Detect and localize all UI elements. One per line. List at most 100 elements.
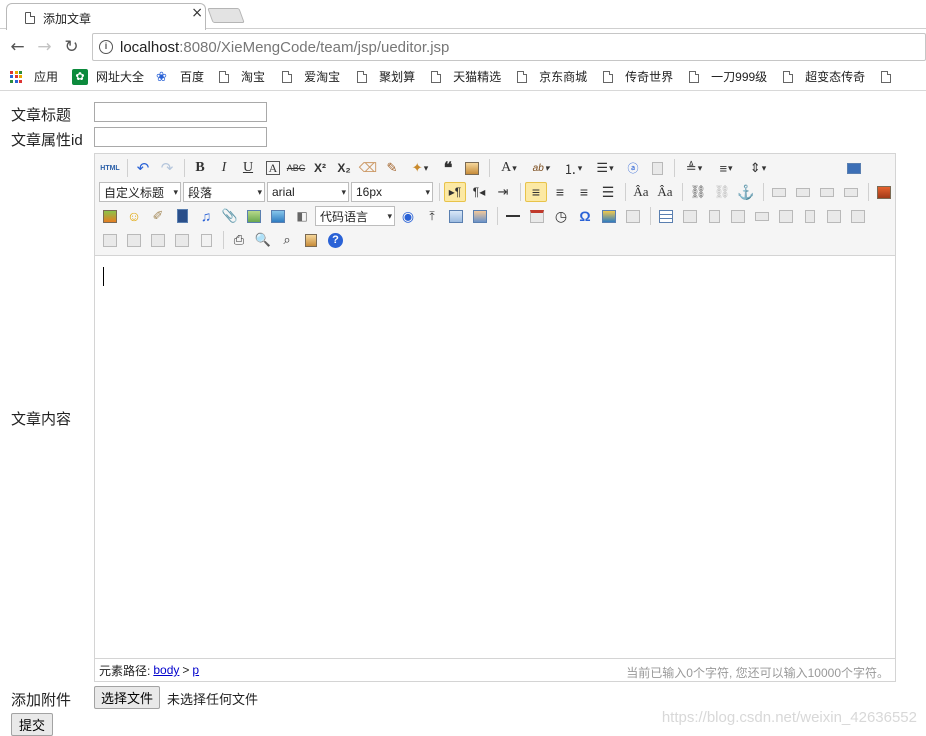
ordered-list-icon[interactable]: ⒈	[558, 158, 588, 178]
bookmark-apps[interactable]: 应用	[10, 68, 58, 85]
clear-doc-icon[interactable]	[646, 158, 668, 178]
link-icon[interactable]: ⛓	[687, 182, 709, 202]
music-icon[interactable]: ♫	[195, 206, 217, 226]
url-input[interactable]: i localhost :8080/XieMengCode/team/jsp/u…	[92, 33, 926, 61]
font-size-select[interactable]: 16px	[351, 182, 433, 202]
tolowercase-icon[interactable]: Âa	[654, 182, 676, 202]
code-language-select[interactable]: 代码语言	[315, 206, 395, 226]
split-to-cols-icon[interactable]	[171, 230, 193, 250]
emotion-icon[interactable]: ☺	[123, 206, 145, 226]
italic-icon[interactable]: I	[213, 158, 235, 178]
subscript-icon[interactable]: X₂	[333, 158, 355, 178]
image-center-icon[interactable]	[840, 182, 862, 202]
horizontal-rule-icon[interactable]	[502, 206, 524, 226]
insert-video-icon[interactable]	[171, 206, 193, 226]
font-family-select[interactable]: arial	[267, 182, 349, 202]
backcolor-icon[interactable]: ab	[526, 158, 556, 178]
scrawl-icon[interactable]: ✐	[147, 206, 169, 226]
attr-id-input[interactable]	[94, 127, 267, 147]
align-justify-icon[interactable]: ☰	[597, 182, 619, 202]
special-chars-icon[interactable]: Ω	[574, 206, 596, 226]
insert-date-icon[interactable]	[526, 206, 548, 226]
bookmark-overflow[interactable]	[881, 70, 903, 83]
delete-table-icon[interactable]	[679, 206, 701, 226]
insert-col-icon[interactable]	[775, 206, 797, 226]
superscript-icon[interactable]: X²	[309, 158, 331, 178]
simple-upload-icon[interactable]	[873, 182, 895, 202]
browser-tab[interactable]: 添加文章 ×	[6, 3, 206, 30]
select-all-icon[interactable]: ⓐ	[622, 158, 644, 178]
merge-cells-icon[interactable]	[823, 206, 845, 226]
web-app-icon[interactable]: ◉	[397, 206, 419, 226]
gmap-icon[interactable]	[267, 206, 289, 226]
format-brush-icon[interactable]: ✎	[381, 158, 403, 178]
forward-arrow-icon[interactable]: →	[31, 37, 58, 57]
bookmark-jd[interactable]: 京东商城	[517, 68, 587, 85]
tab-close-icon[interactable]: ×	[191, 5, 203, 21]
unlink-icon[interactable]: ⛓	[711, 182, 733, 202]
ltr-direction-icon[interactable]: ▸¶	[444, 182, 466, 202]
indent-icon[interactable]: ⇥	[492, 182, 514, 202]
bookmark-taobao[interactable]: 淘宝	[219, 68, 265, 85]
split-to-rows-icon[interactable]	[147, 230, 169, 250]
delete-col-icon[interactable]	[799, 206, 821, 226]
word-image-icon[interactable]	[598, 206, 620, 226]
title-input[interactable]	[94, 102, 267, 122]
fullscreen-icon[interactable]	[843, 158, 865, 178]
preview-icon[interactable]: 🔍	[252, 230, 274, 250]
submit-button[interactable]: 提交	[11, 713, 54, 736]
pagebreak-icon[interactable]: ⤒	[421, 206, 443, 226]
editor-content-area[interactable]	[95, 257, 895, 658]
row-spacing-bottom-icon[interactable]: ≡	[711, 158, 741, 178]
insert-frame-icon[interactable]: ◧	[291, 206, 313, 226]
undo-icon[interactable]: ↶	[132, 158, 154, 178]
html-source-icon[interactable]: HTML	[99, 158, 121, 178]
map-icon[interactable]	[243, 206, 265, 226]
template-icon[interactable]	[445, 206, 467, 226]
choose-file-button[interactable]: 选择文件	[94, 686, 161, 709]
search-icon[interactable]: ⌕	[276, 230, 298, 250]
insert-paragraph-before-table-icon[interactable]	[703, 206, 725, 226]
bold-icon[interactable]: B	[189, 158, 211, 178]
touppercase-icon[interactable]: Âa	[630, 182, 652, 202]
back-arrow-icon[interactable]: ←	[4, 37, 31, 57]
new-tab-button[interactable]	[207, 8, 245, 23]
help-icon[interactable]: ?	[328, 232, 343, 248]
bookmark-aitaobao[interactable]: 爱淘宝	[282, 68, 340, 85]
bookmark-baidu[interactable]: ❀ 百度	[156, 68, 204, 85]
info-icon[interactable]: i	[99, 40, 113, 54]
print-icon[interactable]: ⎙	[228, 230, 250, 250]
attachment-icon[interactable]: 📎	[219, 206, 241, 226]
rtl-direction-icon[interactable]: ¶◂	[468, 182, 490, 202]
align-right-icon[interactable]: ≡	[573, 182, 595, 202]
underline-icon[interactable]: U	[237, 158, 259, 178]
forecolor-icon[interactable]: A	[494, 158, 524, 178]
font-border-icon[interactable]: A	[266, 161, 280, 175]
blockquote-icon[interactable]: ❝	[437, 158, 459, 178]
bookmark-yidao[interactable]: 一刀999级	[689, 68, 767, 85]
line-height-icon[interactable]: ⇕	[743, 158, 773, 178]
insert-table-icon[interactable]	[655, 206, 677, 226]
insert-image-icon[interactable]	[99, 206, 121, 226]
strikethrough-icon[interactable]: ABC	[285, 158, 307, 178]
image-none-icon[interactable]	[768, 182, 790, 202]
bookmark-tmall[interactable]: 天猫精选	[431, 68, 501, 85]
align-center-icon[interactable]: ≡	[549, 182, 571, 202]
image-right-icon[interactable]	[816, 182, 838, 202]
merge-right-icon[interactable]	[847, 206, 869, 226]
bookmark-chaobian[interactable]: 超变态传奇	[783, 68, 865, 85]
delete-row-icon[interactable]	[751, 206, 773, 226]
insert-row-icon[interactable]	[727, 206, 749, 226]
unordered-list-icon[interactable]: ☰	[590, 158, 620, 178]
row-spacing-top-icon[interactable]: ≜	[679, 158, 709, 178]
custom-heading-select[interactable]: 自定义标题	[99, 182, 181, 202]
insert-time-icon[interactable]: ◷	[550, 206, 572, 226]
path-p-link[interactable]: p	[192, 663, 199, 677]
auto-typeset-icon[interactable]: ✦	[405, 158, 435, 178]
split-to-cells-icon[interactable]	[123, 230, 145, 250]
reload-icon[interactable]: ↻	[58, 37, 85, 57]
bookmark-wangzhi[interactable]: ✿ 网址大全	[72, 68, 144, 85]
search-replace-icon[interactable]	[622, 206, 644, 226]
paragraph-select[interactable]: 段落	[183, 182, 265, 202]
path-body-link[interactable]: body	[153, 663, 179, 677]
